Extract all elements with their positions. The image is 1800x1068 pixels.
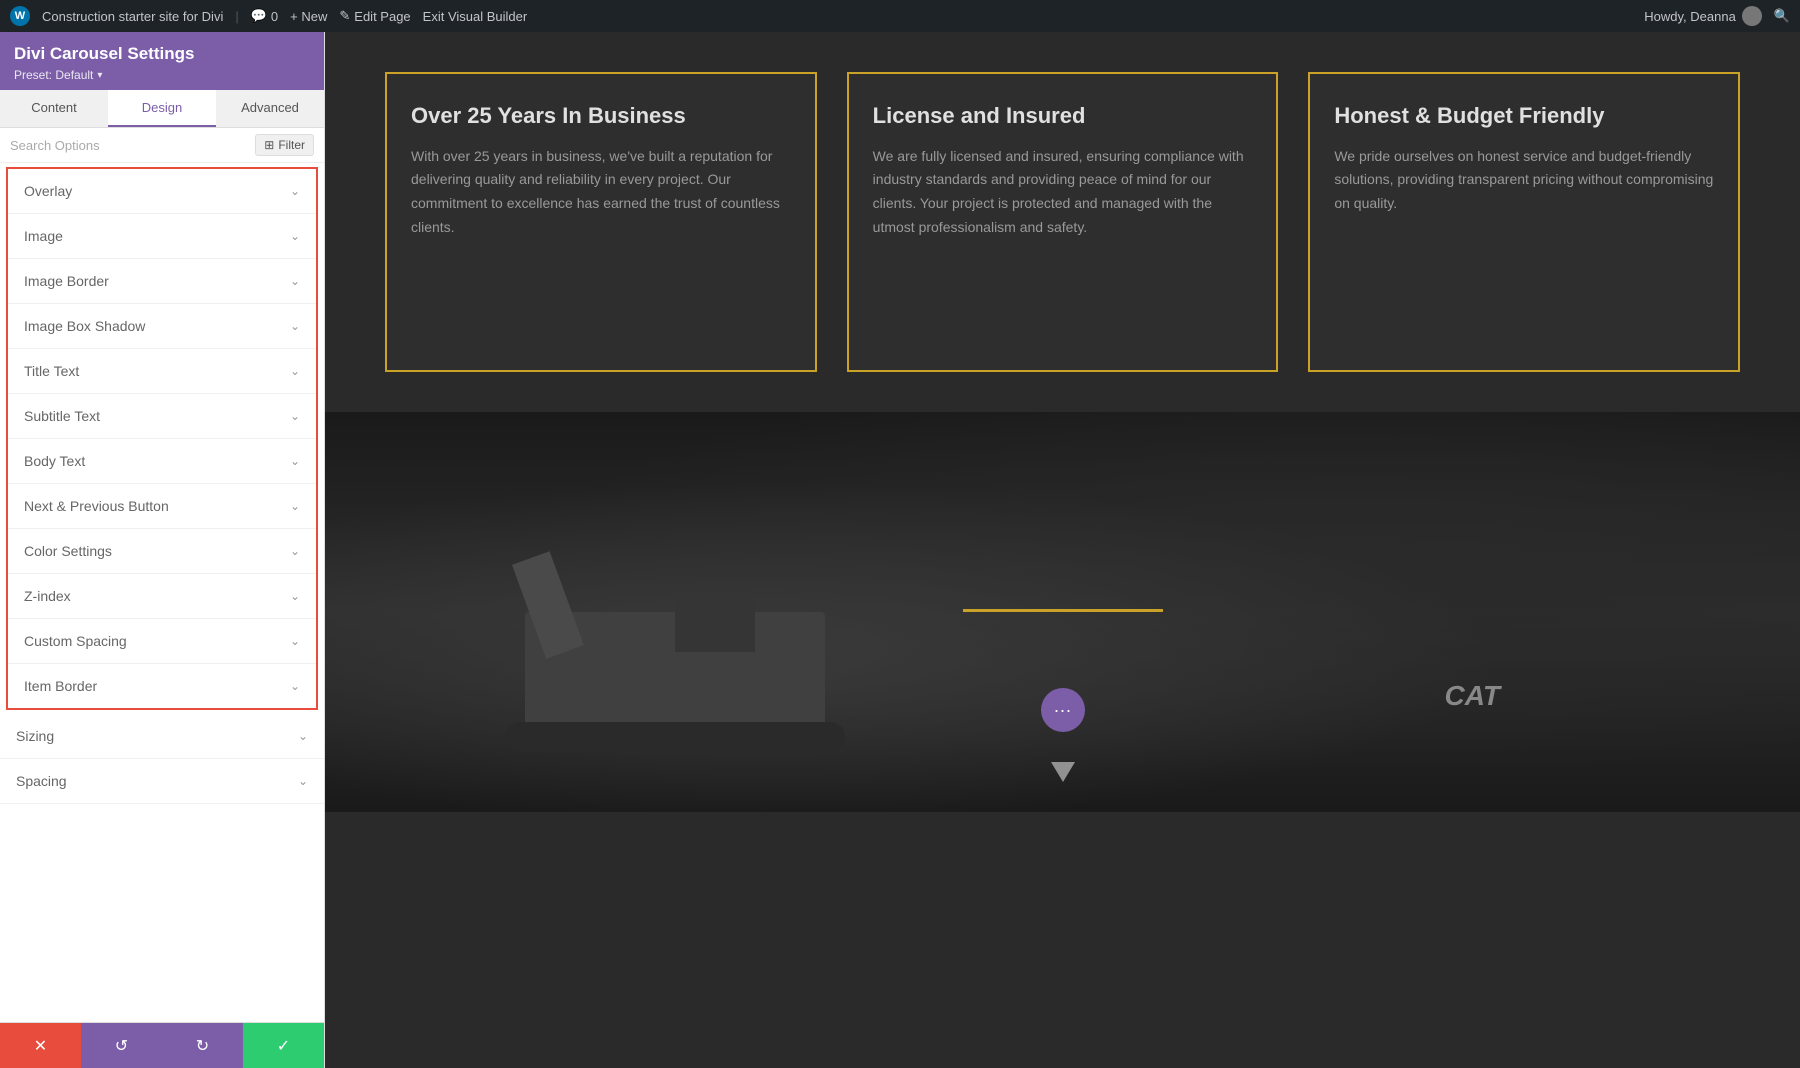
new-button[interactable]: + New (290, 9, 327, 24)
sizing-label: Sizing (16, 728, 54, 744)
card-3: Honest & Budget Friendly We pride oursel… (1308, 72, 1740, 372)
setting-item-body-text[interactable]: Body Text ⌄ (8, 439, 316, 484)
close-icon: ✕ (34, 1036, 47, 1056)
user-menu[interactable]: Howdy, Deanna (1644, 6, 1762, 26)
next-prev-label: Next & Previous Button (24, 498, 169, 514)
admin-bar: W Construction starter site for Divi | 💬… (0, 0, 1800, 32)
chevron-body-text: ⌄ (290, 454, 300, 468)
card-2: License and Insured We are fully license… (847, 72, 1279, 372)
card-1-title: Over 25 Years In Business (411, 102, 791, 131)
card-3-body: We pride ourselves on honest service and… (1334, 145, 1714, 216)
chevron-title-text: ⌄ (290, 364, 300, 378)
comment-icon: 💬 (251, 8, 267, 24)
filter-icon: ⊞ (264, 138, 274, 152)
chevron-color-settings: ⌄ (290, 544, 300, 558)
chat-bubble-button[interactable]: ··· (1041, 688, 1085, 732)
comments-link[interactable]: 💬 0 (251, 8, 278, 24)
chevron-sizing: ⌄ (298, 729, 308, 743)
undo-icon: ↺ (115, 1036, 128, 1056)
setting-item-image-box-shadow[interactable]: Image Box Shadow ⌄ (8, 304, 316, 349)
construction-section: CAT ··· (325, 412, 1800, 812)
cards-section: Over 25 Years In Business With over 25 y… (325, 32, 1800, 412)
setting-item-subtitle-text[interactable]: Subtitle Text ⌄ (8, 394, 316, 439)
module-title: Divi Carousel Settings (14, 44, 310, 64)
wordpress-logo: W (10, 6, 30, 26)
cursor-arrow (1051, 762, 1075, 782)
redo-icon: ↻ (196, 1036, 209, 1056)
color-settings-label: Color Settings (24, 543, 112, 559)
preset-selector[interactable]: Preset: Default (14, 68, 310, 82)
save-button[interactable]: ✓ (243, 1023, 324, 1068)
filter-button[interactable]: ⊞ Filter (255, 134, 314, 156)
undo-button[interactable]: ↺ (81, 1023, 162, 1068)
z-index-label: Z-index (24, 588, 71, 604)
sidebar: Divi Carousel Settings Preset: Default C… (0, 32, 325, 1068)
tab-design[interactable]: Design (108, 90, 216, 127)
chevron-subtitle-text: ⌄ (290, 409, 300, 423)
chevron-z-index: ⌄ (290, 589, 300, 603)
setting-item-z-index[interactable]: Z-index ⌄ (8, 574, 316, 619)
setting-item-spacing[interactable]: Spacing ⌄ (0, 759, 324, 804)
content-area: Over 25 Years In Business With over 25 y… (325, 32, 1800, 1068)
chevron-image-border: ⌄ (290, 274, 300, 288)
chevron-next-prev: ⌄ (290, 499, 300, 513)
highlighted-settings-group: Overlay ⌄ Image ⌄ Image Border ⌄ Image B… (6, 167, 318, 710)
spacing-label: Spacing (16, 773, 67, 789)
search-input[interactable] (10, 138, 249, 153)
save-icon: ✓ (277, 1036, 290, 1056)
bottom-divider-line (963, 609, 1163, 612)
item-border-label: Item Border (24, 678, 97, 694)
setting-item-sizing[interactable]: Sizing ⌄ (0, 714, 324, 759)
chat-dots-icon: ··· (1054, 700, 1072, 721)
cat-label: CAT (1445, 680, 1500, 712)
setting-item-custom-spacing[interactable]: Custom Spacing ⌄ (8, 619, 316, 664)
card-2-title: License and Insured (873, 102, 1253, 131)
setting-item-image[interactable]: Image ⌄ (8, 214, 316, 259)
close-button[interactable]: ✕ (0, 1023, 81, 1068)
exit-builder-link[interactable]: Exit Visual Builder (423, 9, 528, 24)
setting-item-title-text[interactable]: Title Text ⌄ (8, 349, 316, 394)
site-name[interactable]: Construction starter site for Divi (42, 9, 223, 24)
chevron-item-border: ⌄ (290, 679, 300, 693)
sidebar-header: Divi Carousel Settings Preset: Default (0, 32, 324, 90)
image-box-shadow-label: Image Box Shadow (24, 318, 145, 334)
machine-arm (512, 551, 584, 659)
sidebar-toolbar: ✕ ↺ ↻ ✓ (0, 1022, 324, 1068)
search-bar: ⊞ Filter (0, 128, 324, 163)
setting-item-item-border[interactable]: Item Border ⌄ (8, 664, 316, 708)
setting-item-next-prev-button[interactable]: Next & Previous Button ⌄ (8, 484, 316, 529)
subtitle-text-label: Subtitle Text (24, 408, 100, 424)
admin-search-icon[interactable]: 🔍 (1774, 8, 1790, 24)
settings-list: Overlay ⌄ Image ⌄ Image Border ⌄ Image B… (0, 163, 324, 1022)
edit-page-link[interactable]: ✎ Edit Page (339, 8, 410, 24)
card-1-body: With over 25 years in business, we've bu… (411, 145, 791, 240)
setting-item-color-settings[interactable]: Color Settings ⌄ (8, 529, 316, 574)
user-avatar (1742, 6, 1762, 26)
machine-track (505, 722, 845, 752)
setting-item-overlay[interactable]: Overlay ⌄ (8, 169, 316, 214)
construction-background: CAT ··· (325, 412, 1800, 812)
machine-cab (675, 592, 755, 652)
sidebar-tabs: Content Design Advanced (0, 90, 324, 128)
tab-content[interactable]: Content (0, 90, 108, 127)
tab-advanced[interactable]: Advanced (216, 90, 324, 127)
body-text-label: Body Text (24, 453, 85, 469)
redo-button[interactable]: ↻ (162, 1023, 243, 1068)
chevron-image: ⌄ (290, 229, 300, 243)
card-2-body: We are fully licensed and insured, ensur… (873, 145, 1253, 240)
image-border-label: Image Border (24, 273, 109, 289)
custom-spacing-label: Custom Spacing (24, 633, 127, 649)
chevron-spacing: ⌄ (298, 774, 308, 788)
card-1: Over 25 Years In Business With over 25 y… (385, 72, 817, 372)
pencil-icon: ✎ (339, 8, 350, 24)
chevron-image-box-shadow: ⌄ (290, 319, 300, 333)
card-3-title: Honest & Budget Friendly (1334, 102, 1714, 131)
setting-item-image-border[interactable]: Image Border ⌄ (8, 259, 316, 304)
image-label: Image (24, 228, 63, 244)
chevron-custom-spacing: ⌄ (290, 634, 300, 648)
title-text-label: Title Text (24, 363, 79, 379)
chevron-overlay: ⌄ (290, 184, 300, 198)
overlay-label: Overlay (24, 183, 72, 199)
